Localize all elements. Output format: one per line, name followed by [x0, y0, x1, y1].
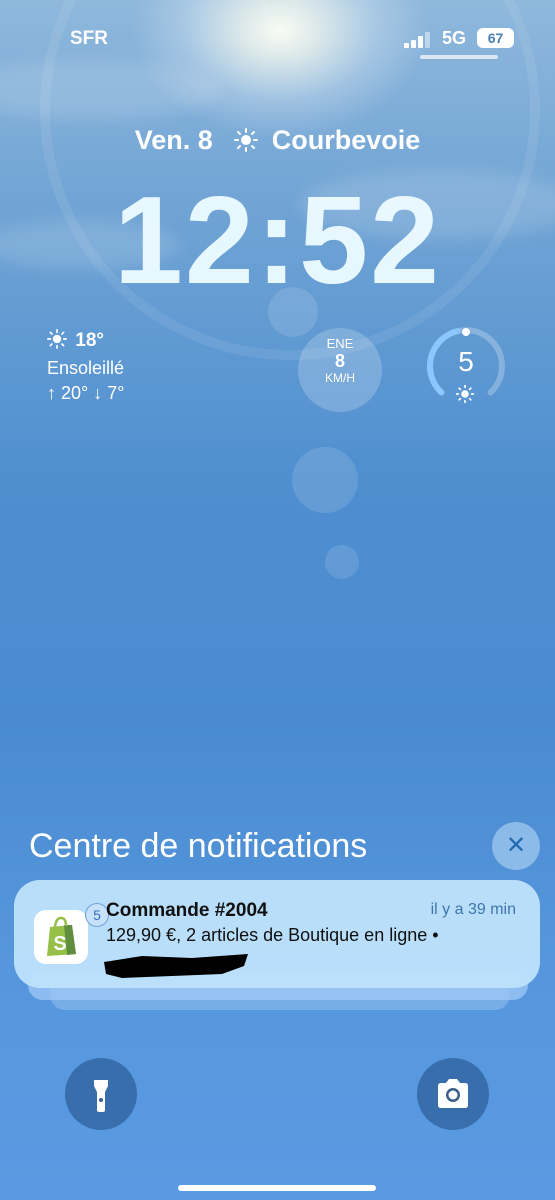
- notification-body: 129,90 €, 2 articles de Boutique en lign…: [106, 925, 439, 945]
- notification-title: Commande #2004: [106, 900, 268, 921]
- sun-icon: [234, 128, 259, 159]
- flashlight-button[interactable]: [65, 1058, 137, 1130]
- svg-text:S: S: [53, 933, 66, 955]
- battery-icon: 67: [477, 28, 514, 48]
- shopify-icon: S: [34, 910, 88, 964]
- wind-direction: ENE: [326, 336, 354, 351]
- sun-icon: [455, 384, 475, 409]
- flashlight-icon: [94, 1080, 108, 1112]
- temperature: 18°: [75, 330, 105, 351]
- high-low: ↑ 20° ↓ 7°: [47, 383, 125, 403]
- close-icon[interactable]: ✕: [492, 822, 540, 870]
- home-indicator[interactable]: [178, 1185, 376, 1191]
- condition: Ensoleillé: [47, 358, 125, 378]
- wind-unit: KM/H: [325, 371, 355, 385]
- signal-icon: [404, 32, 434, 48]
- status-bar: SFR 5G 67: [0, 28, 555, 52]
- camera-button[interactable]: [417, 1058, 489, 1130]
- uv-index: 5: [458, 346, 474, 377]
- lens-flare: [292, 447, 358, 513]
- date-location: Ven. 8 Courbevoie: [0, 125, 555, 159]
- notification-card[interactable]: S 5 Commande #2004 il y a 39 min 129,90 …: [14, 880, 540, 988]
- camera-icon: [438, 1079, 468, 1108]
- uv-widget[interactable]: 5: [422, 324, 510, 412]
- wind-widget[interactable]: ENE 8 KM/H: [298, 328, 382, 412]
- sun-icon: [47, 329, 67, 356]
- wind-speed: 8: [334, 351, 345, 371]
- notification-center-title: Centre de notifications: [29, 827, 368, 865]
- location-label: Courbevoie: [271, 125, 421, 155]
- lock-screen: SFR 5G 67 Ven. 8 Courbevoie 12:52 18° En…: [0, 0, 555, 1200]
- redaction-mark: [104, 954, 248, 978]
- clock: 12:52: [113, 172, 442, 310]
- notification-time: il y a 39 min: [430, 901, 516, 918]
- lens-flare: [325, 545, 359, 579]
- control-center-indicator[interactable]: [420, 55, 498, 59]
- date-label: Ven. 8: [134, 125, 213, 155]
- carrier-label: SFR: [70, 28, 108, 49]
- weather-widget[interactable]: 18° Ensoleillé ↑ 20° ↓ 7°: [47, 328, 124, 406]
- network-label: 5G: [442, 28, 467, 48]
